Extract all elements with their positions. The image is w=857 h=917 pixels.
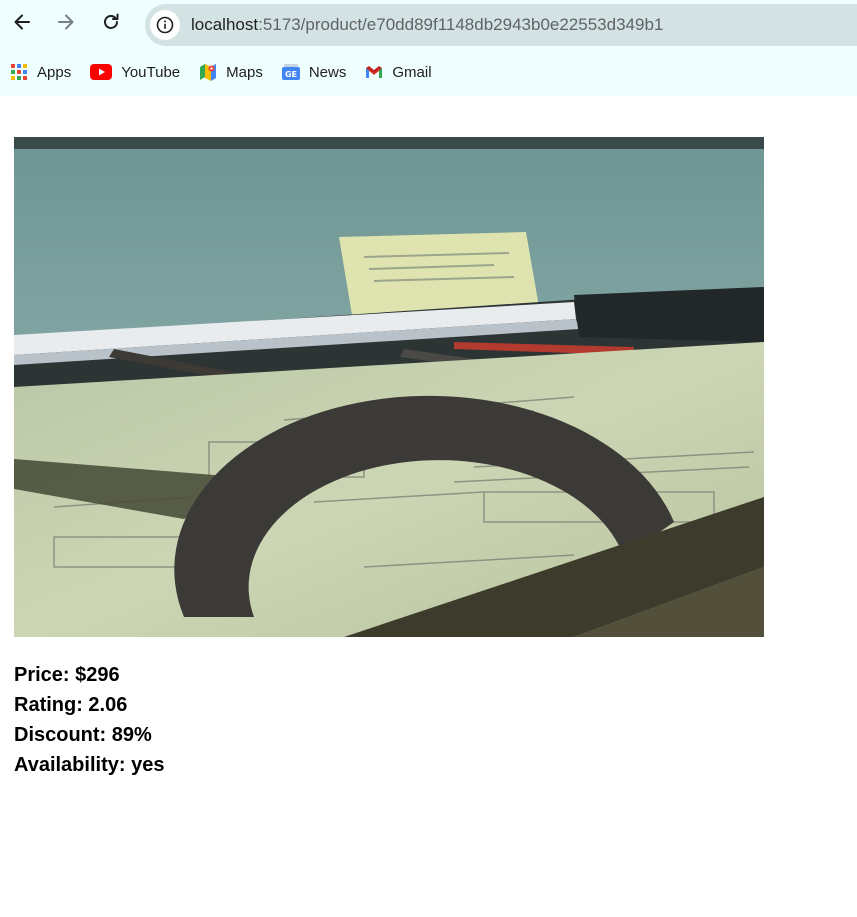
gmail-icon [365, 63, 383, 81]
bookmark-label: YouTube [121, 63, 181, 81]
bookmark-apps[interactable]: Apps [10, 63, 71, 81]
product-image [14, 137, 764, 637]
info-icon [156, 16, 174, 34]
product-availability: Availability: yes [14, 754, 165, 776]
browser-toolbar: localhost:5173/product/e70dd89f1148db294… [0, 0, 857, 50]
product-photo [14, 137, 764, 637]
product-discount: Discount: 89% [14, 724, 152, 746]
bookmark-label: News [308, 63, 347, 81]
address-bar[interactable]: localhost:5173/product/e70dd89f1148db294… [145, 4, 857, 46]
url-text[interactable]: localhost:5173/product/e70dd89f1148db294… [191, 15, 663, 35]
forward-button[interactable] [51, 7, 81, 37]
bookmark-youtube[interactable]: YouTube [90, 63, 180, 81]
product-price: Price: $296 [14, 664, 120, 686]
site-info-button[interactable] [150, 10, 180, 40]
bookmark-gmail[interactable]: Gmail [365, 63, 432, 81]
news-icon: GE [281, 63, 300, 81]
bookmark-label: Apps [37, 63, 72, 81]
product-details: Price: $296 Rating: 2.06 Discount: 89% A… [14, 660, 164, 780]
bookmark-maps[interactable]: Maps [199, 63, 263, 81]
bookmark-label: Maps [226, 63, 263, 81]
url-host: localhost [191, 15, 259, 34]
back-button[interactable] [7, 7, 37, 37]
bookmark-label: Gmail [392, 63, 432, 81]
url-path: :5173/product/e70dd89f1148db2943b0e22553… [258, 15, 664, 34]
apps-grid-icon [10, 63, 28, 81]
bookmark-news[interactable]: GE News [281, 63, 347, 81]
reload-icon [104, 13, 119, 29]
product-rating: Rating: 2.06 [14, 694, 128, 716]
arrow-left-icon [14, 14, 30, 30]
browser-chrome: localhost:5173/product/e70dd89f1148db294… [0, 0, 857, 96]
bookmarks-bar: Apps YouTube Maps GE News Gmail [10, 58, 451, 86]
maps-icon [199, 63, 217, 81]
reload-button[interactable] [96, 7, 126, 37]
arrow-right-icon [58, 14, 74, 30]
youtube-icon [90, 63, 113, 81]
svg-text:GE: GE [285, 70, 297, 79]
